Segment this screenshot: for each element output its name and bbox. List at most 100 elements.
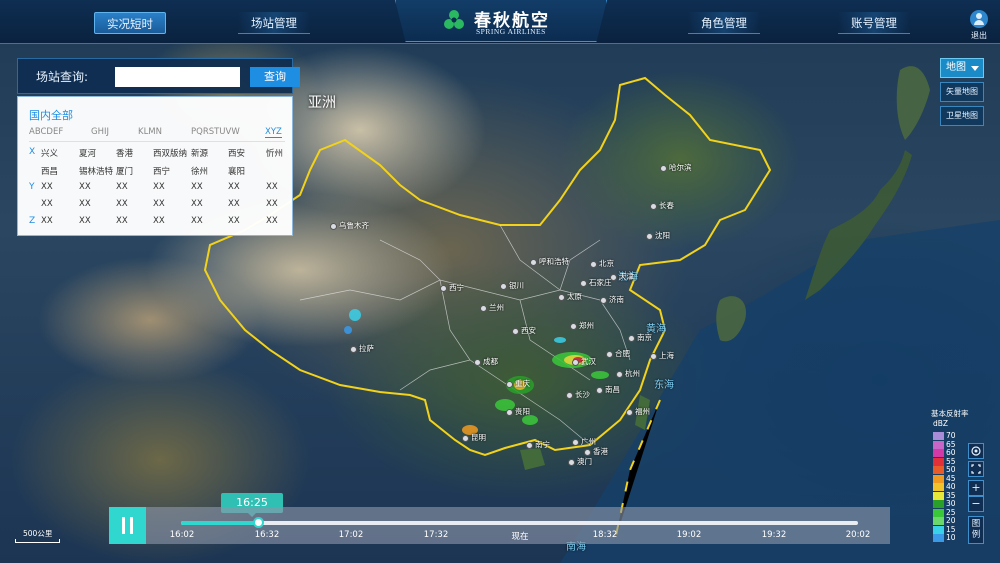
city-label[interactable]: 上海	[650, 350, 674, 361]
pause-button[interactable]	[109, 507, 146, 544]
city-label[interactable]: 乌鲁木齐	[330, 220, 369, 231]
station-item[interactable]: XX	[153, 216, 165, 226]
nav-tab-account-management[interactable]: 账号管理	[838, 12, 910, 34]
time-slider-handle[interactable]	[253, 517, 264, 528]
station-list-panel: 国内全部 ABCDEF GHIJ KLMN PQRSTUVW XYZ X 兴义 …	[17, 96, 293, 236]
time-tick: 20:02	[845, 530, 871, 540]
search-button[interactable]: 查询	[250, 67, 300, 87]
station-search-input[interactable]	[115, 67, 240, 87]
nav-tab-live-forecast[interactable]: 实况短时	[94, 12, 166, 34]
station-item[interactable]: XX	[116, 182, 128, 192]
city-label[interactable]: 西安	[512, 325, 536, 336]
time-track[interactable]	[181, 521, 858, 525]
station-item[interactable]: 西宁	[153, 165, 170, 177]
alphabet-tab[interactable]: GHIJ	[91, 127, 109, 137]
city-label[interactable]: 北京	[590, 258, 614, 269]
layer-option-satellite[interactable]: 卫星地图	[940, 106, 984, 126]
nav-tab-station-management[interactable]: 场站管理	[238, 12, 310, 34]
city-label[interactable]: 昆明	[462, 432, 486, 443]
legend-swatch	[933, 508, 944, 517]
city-label[interactable]: 沈阳	[646, 230, 670, 241]
user-avatar-icon	[970, 10, 988, 28]
city-label[interactable]: 贵阳	[506, 406, 530, 417]
station-item[interactable]: XX	[79, 216, 91, 226]
time-track-progress	[181, 521, 259, 525]
station-item[interactable]: 香港	[116, 147, 133, 159]
alphabet-tab[interactable]: PQRSTUVW	[191, 127, 240, 137]
station-item[interactable]: XX	[266, 199, 278, 209]
station-item[interactable]: XX	[191, 182, 203, 192]
city-label[interactable]: 澳门	[568, 456, 592, 467]
city-label[interactable]: 银川	[500, 280, 524, 291]
station-item[interactable]: XX	[266, 182, 278, 192]
station-item[interactable]: 厦门	[116, 165, 133, 177]
city-label[interactable]: 哈尔滨	[660, 162, 692, 173]
map-layer-dropdown[interactable]: 地图	[940, 58, 984, 78]
city-label[interactable]: 太原	[558, 291, 582, 302]
station-item[interactable]: 夏河	[79, 147, 96, 159]
station-item[interactable]: 襄阳	[228, 165, 245, 177]
station-item[interactable]: XX	[191, 216, 203, 226]
city-label[interactable]: 拉萨	[350, 343, 374, 354]
station-item[interactable]: XX	[228, 182, 240, 192]
legend-swatch	[933, 432, 944, 440]
station-item[interactable]: 兴义	[41, 147, 58, 159]
station-item[interactable]: 忻州	[266, 147, 283, 159]
city-label[interactable]: 南宁	[526, 439, 550, 450]
row-letter: Z	[29, 216, 36, 226]
city-label[interactable]: 石家庄	[580, 277, 612, 288]
station-item[interactable]: XX	[116, 199, 128, 209]
city-label[interactable]: 福州	[626, 406, 650, 417]
city-label[interactable]: 长沙	[566, 389, 590, 400]
city-label[interactable]: 天津	[610, 271, 634, 282]
station-item[interactable]: XX	[153, 182, 165, 192]
layer-option-vector[interactable]: 矢量地图	[940, 82, 984, 102]
city-label[interactable]: 重庆	[506, 378, 530, 389]
station-item[interactable]: XX	[116, 216, 128, 226]
all-domestic-link[interactable]: 国内全部	[29, 107, 73, 123]
station-item[interactable]: XX	[79, 182, 91, 192]
radar-reflectivity-legend: 基本反射率 dBZ 70 65 60 55 50 45 40 35 30 25 20 15 10	[931, 408, 971, 543]
station-item[interactable]: XX	[228, 199, 240, 209]
nav-tab-role-management[interactable]: 角色管理	[688, 12, 760, 34]
time-tick: 16:32	[254, 530, 280, 540]
city-label[interactable]: 济南	[600, 294, 624, 305]
logout-button[interactable]: 退出	[964, 10, 994, 44]
station-item[interactable]: 锡林浩特	[79, 165, 113, 177]
city-label[interactable]: 南昌	[596, 384, 620, 395]
station-row: X 兴义 夏河 香港 西双版纳 新源 西安 忻州	[18, 147, 294, 163]
row-letter: X	[29, 147, 36, 157]
station-item[interactable]: XX	[191, 199, 203, 209]
city-label[interactable]: 杭州	[616, 368, 640, 379]
city-label[interactable]: 合肥	[606, 348, 630, 359]
station-item[interactable]: XX	[41, 199, 53, 209]
station-item[interactable]: XX	[79, 199, 91, 209]
station-item[interactable]: XX	[228, 216, 240, 226]
alphabet-tab[interactable]: KLMN	[138, 127, 162, 137]
legend-swatch	[933, 525, 944, 534]
station-item[interactable]: 西昌	[41, 165, 58, 177]
alphabet-tab[interactable]: ABCDEF	[29, 127, 63, 137]
legend-swatch	[933, 483, 944, 491]
city-label[interactable]: 武汉	[572, 356, 596, 367]
station-item[interactable]: XX	[41, 182, 53, 192]
city-label[interactable]: 郑州	[570, 320, 594, 331]
station-item[interactable]: XX	[153, 199, 165, 209]
station-item[interactable]: XX	[266, 216, 278, 226]
city-label[interactable]: 长春	[650, 200, 674, 211]
city-label[interactable]: 西宁	[440, 282, 464, 293]
time-tick: 17:32	[423, 530, 449, 540]
city-label[interactable]: 兰州	[480, 302, 504, 313]
station-item[interactable]: XX	[41, 216, 53, 226]
station-item[interactable]: 西安	[228, 147, 245, 159]
alphabet-tab-active[interactable]: XYZ	[265, 127, 282, 138]
station-item[interactable]: 徐州	[191, 165, 208, 177]
station-item[interactable]: 西双版纳	[153, 147, 187, 159]
city-label[interactable]: 南京	[628, 332, 652, 343]
fullscreen-icon	[971, 464, 981, 474]
city-label[interactable]: 呼和浩特	[530, 256, 569, 267]
station-item[interactable]: 新源	[191, 147, 208, 159]
city-label[interactable]: 成都	[474, 356, 498, 367]
time-tick: 18:32	[592, 530, 618, 540]
alphabet-tabs: ABCDEF GHIJ KLMN PQRSTUVW XYZ	[29, 127, 285, 141]
